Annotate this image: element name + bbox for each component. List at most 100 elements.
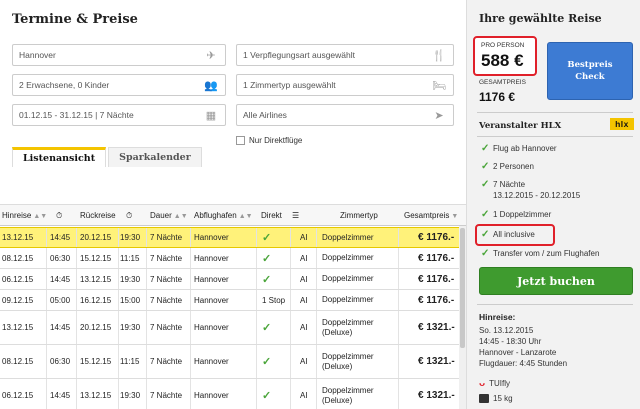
- feature-item: ✓ 1 Doppelzimmer: [481, 210, 551, 220]
- meal-field[interactable]: 1 Verpflegungsart ausgewählt 🍴: [236, 44, 454, 66]
- column-separator: [190, 228, 191, 247]
- cell-t1: 14:45: [50, 323, 71, 332]
- column-separator: [290, 379, 291, 409]
- header-outbound[interactable]: Hinreise ▲▼: [2, 205, 47, 227]
- feature-item: ✓ Flug ab Hannover: [481, 144, 557, 154]
- cell-t2: 19:30: [120, 233, 141, 242]
- cell-ap: Hannover: [194, 274, 229, 284]
- cell-meal: AI: [300, 391, 308, 400]
- people-icon: 👥: [204, 79, 218, 92]
- cell-price: € 1321.-: [418, 390, 455, 401]
- direct-only-checkbox[interactable]: Nur Direktflüge: [236, 136, 302, 145]
- sort-icon: ▲▼: [33, 213, 48, 220]
- header-outbound-label: Hinreise: [2, 211, 32, 220]
- feature-item: ✓ All inclusive: [481, 230, 535, 240]
- column-separator: [118, 290, 119, 310]
- sort-desc-icon: ▼: [451, 213, 459, 220]
- table-row[interactable]: 13.12.15 14:45 20.12.15 19:30 7 Nächte Hannov…: [0, 311, 466, 345]
- airplane-icon: ✈: [206, 49, 216, 62]
- cell-d2: 13.12.15: [80, 274, 112, 284]
- column-separator: [146, 248, 147, 268]
- header-duration-label: Dauer: [150, 211, 172, 220]
- tab-sparkalender[interactable]: Sparkalender: [108, 147, 202, 167]
- column-separator: [118, 345, 119, 378]
- trip-summary-panel: Ihre gewählte Reise PRO PERSON 588 € GES…: [466, 0, 640, 409]
- tab-listenansicht[interactable]: Listenansicht: [12, 147, 107, 167]
- divider: [477, 136, 633, 137]
- column-separator: [76, 248, 77, 268]
- cell-d2: 16.12.15: [80, 295, 112, 305]
- column-separator: [146, 269, 147, 289]
- header-room[interactable]: Zimmertyp: [340, 205, 378, 227]
- cell-room: Doppelzimmer: [322, 295, 374, 304]
- travelers-field[interactable]: 2 Erwachsene, 0 Kinder 👥: [12, 74, 226, 96]
- table-row[interactable]: 08.12.15 06:30 15.12.15 11:15 7 Nächte Hannov…: [0, 345, 466, 379]
- cell-dur: 7 Nächte: [150, 357, 183, 366]
- table-row[interactable]: 08.12.15 06:30 15.12.15 11:15 7 Nächte Hannov…: [0, 248, 466, 269]
- hinreise-line: Hannover - Lanzarote: [479, 348, 557, 357]
- sort-icon: ▲▼: [238, 213, 253, 220]
- column-separator: [190, 345, 191, 378]
- feature-text: 1 Doppelzimmer: [493, 210, 552, 219]
- header-total[interactable]: Gesamtpreis ▼: [404, 205, 458, 227]
- column-separator: [46, 228, 47, 247]
- header-direct[interactable]: Direkt: [261, 205, 282, 227]
- airlines-field[interactable]: Alle Airlines ➤: [236, 104, 454, 126]
- check-icon: ✓: [481, 229, 490, 240]
- feature-item: ✓ 2 Personen: [481, 162, 534, 172]
- cell-d1: 08.12.15: [2, 253, 34, 263]
- view-tabs: Listenansicht Sparkalender: [12, 147, 204, 167]
- cell-meal: AI: [300, 253, 308, 263]
- cell-meal: AI: [300, 357, 308, 366]
- departure-field[interactable]: Hannover ✈: [12, 44, 226, 66]
- calendar-icon: ▦: [205, 109, 217, 122]
- jetzt-buchen-button[interactable]: Jetzt buchen: [479, 267, 633, 295]
- cell-meal: AI: [300, 233, 308, 242]
- divider: [477, 304, 633, 305]
- check-icon: ✓: [481, 161, 490, 172]
- table-row[interactable]: 09.12.15 05:00 16.12.15 15:00 7 Nächte Hannov…: [0, 290, 466, 311]
- main-panel: Termine & Preise Hannover ✈ 1 Verpflegun…: [0, 0, 466, 409]
- cell-ap: Hannover: [194, 323, 229, 332]
- room-field[interactable]: 1 Zimmertyp ausgewählt 🛏: [236, 74, 454, 96]
- checkbox-box[interactable]: [236, 136, 245, 145]
- per-person-price: 588 €: [481, 51, 524, 70]
- bestpreis-check-button[interactable]: Bestpreis Check: [547, 42, 633, 100]
- header-duration[interactable]: Dauer ▲▼: [150, 205, 188, 227]
- column-separator: [76, 311, 77, 344]
- cell-price: € 1321.-: [418, 322, 455, 333]
- cell-ap: Hannover: [194, 391, 229, 400]
- cell-t2: 11:15: [120, 253, 140, 263]
- column-separator: [146, 345, 147, 378]
- cell-ap: Hannover: [194, 233, 229, 242]
- column-separator: [316, 248, 317, 268]
- cell-t2: 19:30: [120, 274, 141, 284]
- scrollbar-thumb[interactable]: [460, 228, 465, 348]
- feature-text: Flug ab Hannover: [493, 144, 557, 153]
- divider: [477, 112, 633, 113]
- table-row[interactable]: 13.12.15 14:45 20.12.15 19:30 7 Nächte Hannov…: [0, 227, 466, 248]
- cell-dur: 7 Nächte: [150, 391, 183, 400]
- cell-direct: ✓: [262, 390, 272, 402]
- total-price: 1176 €: [479, 90, 516, 104]
- page-title: Termine & Preise: [12, 12, 138, 27]
- table-scrollbar[interactable]: [459, 226, 466, 409]
- feature-text: 13.12.2015 - 20.12.2015: [493, 191, 581, 200]
- header-return[interactable]: Rückreise: [80, 205, 116, 227]
- cell-d1: 13.12.15: [2, 323, 34, 332]
- column-separator: [316, 311, 317, 344]
- table-row[interactable]: 06.12.15 14:45 13.12.15 19:30 7 Nächte Hannov…: [0, 269, 466, 290]
- cell-d1: 06.12.15: [2, 391, 34, 400]
- meal-value: 1 Verpflegungsart ausgewählt: [243, 50, 355, 60]
- meal-header-icon: ☰: [292, 211, 300, 220]
- dates-field[interactable]: 01.12.15 - 31.12.15 | 7 Nächte ▦: [12, 104, 226, 126]
- column-separator: [290, 311, 291, 344]
- direct-only-label: Nur Direktflüge: [249, 136, 303, 145]
- table-row[interactable]: 06.12.15 14:45 13.12.15 19:30 7 Nächte Hannov…: [0, 379, 466, 409]
- cell-dur: 7 Nächte: [150, 233, 183, 242]
- cutlery-icon: 🍴: [432, 49, 446, 62]
- cell-direct: 1 Stop: [262, 295, 286, 305]
- cell-d2: 20.12.15: [80, 323, 112, 332]
- header-airport[interactable]: Abflughafen ▲▼: [194, 205, 253, 227]
- column-separator: [146, 290, 147, 310]
